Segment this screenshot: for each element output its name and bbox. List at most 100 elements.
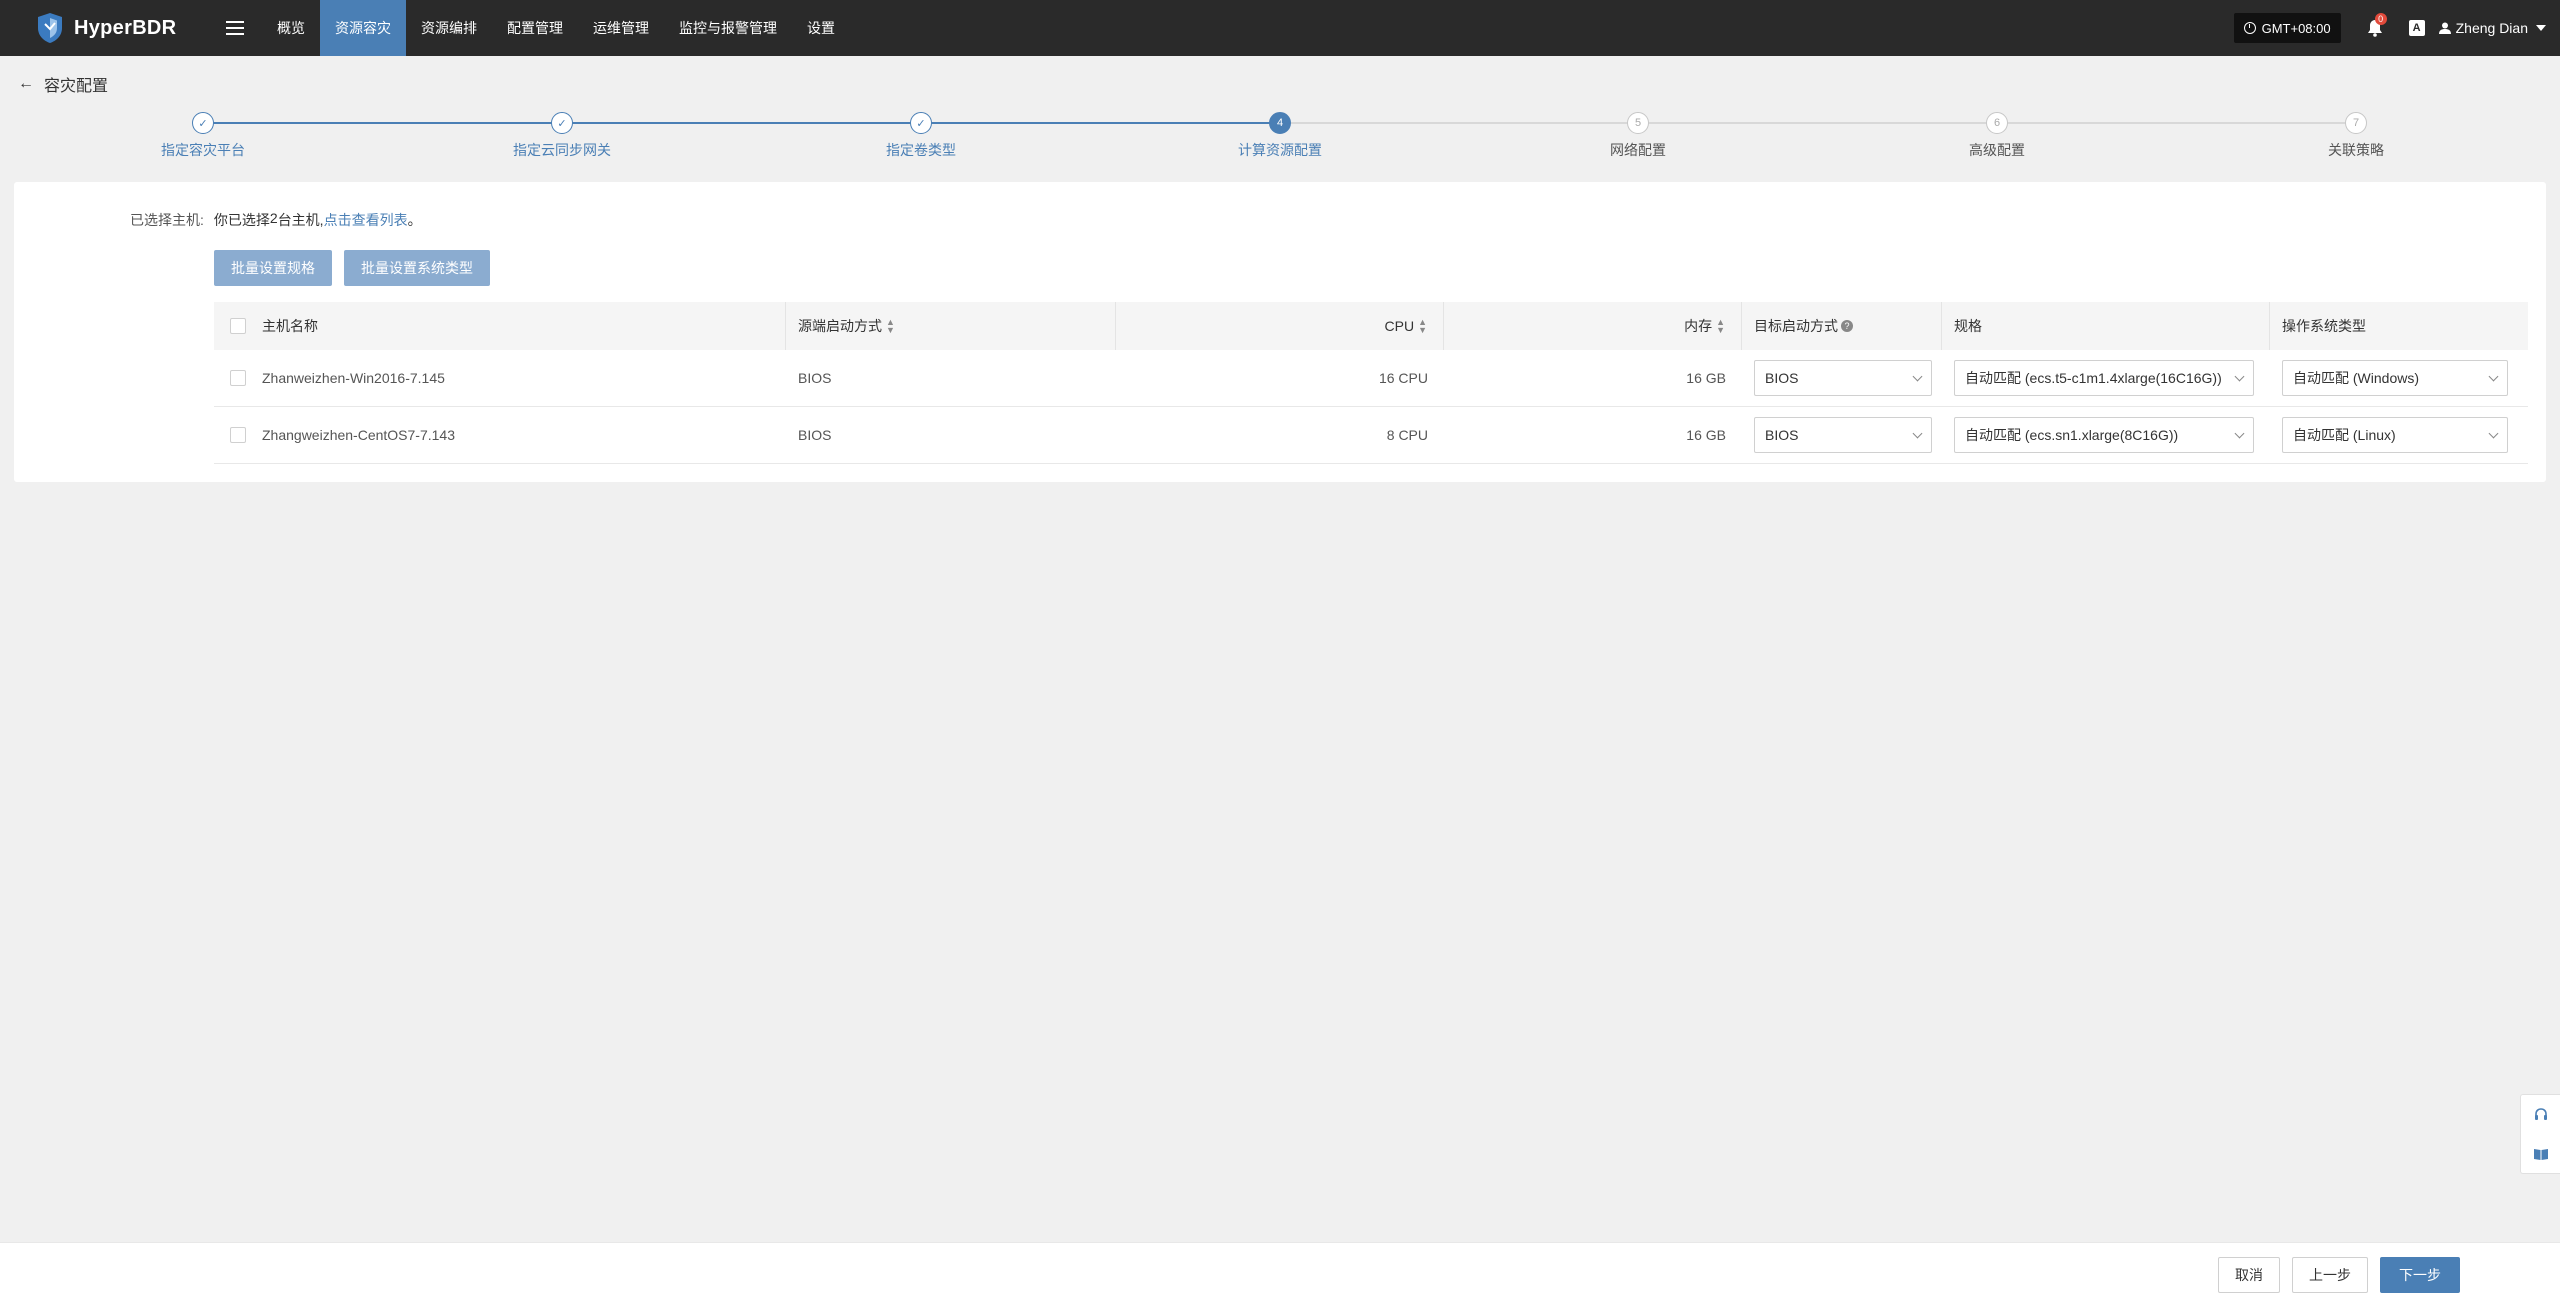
selected-text-after: 台主机, bbox=[277, 212, 324, 228]
headset-icon bbox=[2534, 1107, 2547, 1120]
step-6: 6 高级配置 bbox=[1897, 112, 2097, 160]
footer-bar: 取消 上一步 下一步 bbox=[0, 1242, 2560, 1305]
menu-item-ops-management[interactable]: 运维管理 bbox=[578, 0, 664, 56]
nav-right-tools: GMT+08:00 0 A Zheng Dian bbox=[2233, 0, 2560, 56]
step-label: 高级配置 bbox=[1969, 142, 2025, 158]
footer-buttons: 取消 上一步 下一步 bbox=[2206, 1257, 2460, 1293]
menu-item-settings[interactable]: 设置 bbox=[792, 0, 850, 56]
table-header: 主机名称 源端启动方式 ▲ ▼ CPU ▲ ▼ 内存 ▲ ▼ 目标启动方式 ? 规格 bbox=[214, 302, 2528, 350]
row-checkbox-cell bbox=[214, 370, 262, 386]
chevron-down-icon bbox=[1912, 371, 1923, 381]
batch-set-spec-button[interactable]: 批量设置规格 bbox=[214, 250, 332, 286]
check-icon: ✓ bbox=[910, 112, 932, 134]
user-menu[interactable]: Zheng Dian bbox=[2438, 20, 2546, 36]
timezone-label: GMT+08:00 bbox=[2261, 20, 2331, 36]
sort-icon[interactable]: ▲ ▼ bbox=[886, 318, 895, 335]
os-type-select[interactable]: 自动匹配 (Windows) bbox=[2282, 360, 2508, 396]
menu-item-overview[interactable]: 概览 bbox=[262, 0, 320, 56]
menu-item-resource-orchestration[interactable]: 资源编排 bbox=[406, 0, 492, 56]
sort-icon[interactable]: ▲ ▼ bbox=[1716, 318, 1725, 335]
shield-logo-icon bbox=[38, 13, 62, 43]
batch-actions: 批量设置规格 批量设置系统类型 bbox=[214, 250, 502, 286]
book-icon bbox=[2533, 1148, 2548, 1160]
check-icon: ✓ bbox=[551, 112, 573, 134]
target-boot-select[interactable]: BIOS bbox=[1754, 360, 1932, 396]
cell-source-boot: BIOS bbox=[798, 370, 832, 386]
cell-memory: 16 GB bbox=[1686, 370, 1726, 386]
page-title: 容灾配置 bbox=[44, 78, 109, 95]
selected-text-before: 你已选择 bbox=[213, 212, 270, 228]
cell-host-name: Zhanweizhen-Win2016-7.145 bbox=[262, 370, 445, 386]
back-arrow-icon[interactable]: ← bbox=[18, 75, 34, 93]
notification-button[interactable]: 0 bbox=[2367, 13, 2387, 37]
selected-hosts-info: 已选择主机: 你已选择 2 台主机, 点击查看列表 。 bbox=[130, 210, 422, 230]
step-5: 5 网络配置 bbox=[1538, 112, 1738, 160]
hamburger-icon bbox=[226, 21, 244, 35]
cell-memory: 16 GB bbox=[1686, 427, 1726, 443]
language-switch-icon[interactable]: A bbox=[2408, 20, 2425, 36]
floating-tools bbox=[2520, 1094, 2560, 1174]
select-all-checkbox[interactable] bbox=[230, 318, 246, 334]
header-memory[interactable]: 内存 ▲ ▼ bbox=[1444, 302, 1742, 350]
cell-os-type: 自动匹配 (Linux) bbox=[2270, 417, 2528, 453]
os-type-select[interactable]: 自动匹配 (Linux) bbox=[2282, 417, 2508, 453]
chevron-down-icon bbox=[2234, 371, 2245, 381]
menu-item-resource-dr[interactable]: 资源容灾 bbox=[320, 0, 406, 56]
header-target-boot: 目标启动方式 ? bbox=[1742, 302, 1942, 350]
user-name: Zheng Dian bbox=[2455, 20, 2528, 36]
row-checkbox[interactable] bbox=[230, 370, 246, 386]
hosts-table: 主机名称 源端启动方式 ▲ ▼ CPU ▲ ▼ 内存 ▲ ▼ 目标启动方式 ? 规格 bbox=[214, 302, 2528, 464]
step-7: 7 关联策略 bbox=[2256, 112, 2456, 160]
row-checkbox[interactable] bbox=[230, 427, 246, 443]
previous-step-button[interactable]: 上一步 bbox=[2292, 1257, 2368, 1293]
menu-item-monitoring-alerts[interactable]: 监控与报警管理 bbox=[664, 0, 792, 56]
header-os-type-label: 操作系统类型 bbox=[2282, 318, 2366, 334]
step-label: 关联策略 bbox=[2328, 142, 2384, 158]
header-cpu[interactable]: CPU ▲ ▼ bbox=[1116, 302, 1444, 350]
step-4: 4 计算资源配置 bbox=[1180, 112, 1380, 160]
sort-icon[interactable]: ▲ ▼ bbox=[1418, 318, 1427, 335]
spec-value: 自动匹配 (ecs.sn1.xlarge(8C16G)) bbox=[1965, 427, 2179, 443]
user-icon bbox=[2438, 22, 2451, 34]
step-label: 指定容灾平台 bbox=[161, 142, 245, 158]
cell-spec: 自动匹配 (ecs.sn1.xlarge(8C16G)) bbox=[1942, 417, 2270, 453]
step-label: 计算资源配置 bbox=[1238, 142, 1322, 158]
customer-service-icon[interactable] bbox=[2533, 1107, 2549, 1123]
logo-text: HyperBDR bbox=[74, 16, 177, 39]
header-memory-label: 内存 bbox=[1684, 318, 1713, 334]
batch-set-os-button[interactable]: 批量设置系统类型 bbox=[344, 250, 490, 286]
next-step-button[interactable]: 下一步 bbox=[2380, 1257, 2460, 1293]
header-host-name: 主机名称 bbox=[262, 302, 786, 350]
header-source-boot[interactable]: 源端启动方式 ▲ ▼ bbox=[786, 302, 1116, 350]
cell-cpu: 8 CPU bbox=[1386, 427, 1428, 443]
cell-spec: 自动匹配 (ecs.t5-c1m1.4xlarge(16C16G)) bbox=[1942, 360, 2270, 396]
step-label: 网络配置 bbox=[1610, 142, 1666, 158]
cell-cpu: 16 CPU bbox=[1378, 370, 1428, 386]
chevron-down-icon bbox=[2488, 371, 2499, 381]
spec-select[interactable]: 自动匹配 (ecs.sn1.xlarge(8C16G)) bbox=[1954, 417, 2254, 453]
logo[interactable]: HyperBDR bbox=[36, 12, 192, 44]
cancel-button[interactable]: 取消 bbox=[2218, 1257, 2280, 1293]
step-2: ✓ 指定云同步网关 bbox=[462, 112, 662, 160]
header-cpu-label: CPU bbox=[1384, 318, 1415, 334]
row-checkbox-cell bbox=[214, 427, 262, 443]
target-boot-select[interactable]: BIOS bbox=[1754, 417, 1932, 453]
target-boot-value: BIOS bbox=[1765, 370, 1799, 386]
selected-count: 2 bbox=[269, 210, 278, 226]
clock-icon bbox=[2243, 22, 2256, 34]
step-line-pending bbox=[1280, 122, 2356, 124]
chevron-down-icon bbox=[1912, 428, 1923, 438]
hamburger-menu-button[interactable] bbox=[220, 0, 250, 56]
chevron-down-icon bbox=[2234, 428, 2245, 438]
header-spec-label: 规格 bbox=[1954, 318, 1982, 334]
documentation-icon[interactable] bbox=[2533, 1146, 2549, 1162]
os-type-value: 自动匹配 (Linux) bbox=[2293, 427, 2396, 443]
check-icon: ✓ bbox=[192, 112, 214, 134]
timezone-display[interactable]: GMT+08:00 bbox=[2233, 13, 2341, 43]
menu-item-config-management[interactable]: 配置管理 bbox=[492, 0, 578, 56]
view-list-link[interactable]: 点击查看列表 bbox=[324, 210, 408, 230]
info-icon[interactable]: ? bbox=[1841, 320, 1853, 332]
spec-select[interactable]: 自动匹配 (ecs.t5-c1m1.4xlarge(16C16G)) bbox=[1954, 360, 2254, 396]
table-row: Zhangweizhen-CentOS7-7.143 BIOS 8 CPU 16… bbox=[214, 407, 2528, 464]
page-header: ← 容灾配置 bbox=[18, 72, 108, 96]
